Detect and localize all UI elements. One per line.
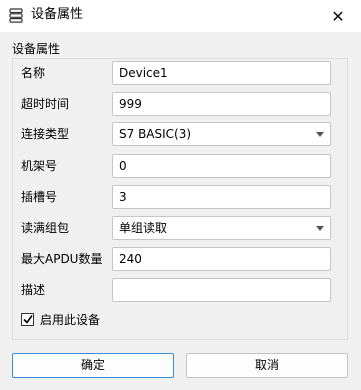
slot-input[interactable]: 3 [112, 185, 331, 209]
timeout-label: 超时时间 [21, 97, 70, 111]
connection-type-label: 连接类型 [21, 127, 70, 141]
description-label: 描述 [21, 283, 46, 297]
dropdown-arrow-icon [316, 132, 324, 137]
read-write-group-value: 单组读取 [119, 221, 168, 235]
timeout-input[interactable]: 999 [112, 92, 331, 116]
slot-label: 插槽号 [21, 190, 58, 204]
checkmark-icon [23, 315, 33, 324]
name-label: 名称 [21, 66, 46, 80]
max-apdu-label: 最大APDU数量 [21, 252, 103, 266]
enable-device-checkbox[interactable] [21, 313, 34, 326]
connection-type-select[interactable]: S7 BASIC(3) [112, 122, 331, 146]
read-write-group-select[interactable]: 单组读取 [112, 216, 331, 240]
close-button[interactable]: ✕ [315, 0, 361, 32]
ok-button[interactable]: 确定 [12, 353, 174, 378]
rack-input[interactable]: 0 [112, 154, 331, 178]
cancel-button[interactable]: 取消 [186, 353, 348, 378]
read-write-group-label: 读满组包 [21, 221, 70, 235]
group-title: 设备属性 [12, 42, 61, 56]
window-title: 设备属性 [31, 7, 84, 22]
enable-device-label: 启用此设备 [40, 313, 101, 327]
description-input[interactable] [112, 278, 331, 302]
stacked-list-icon [9, 8, 23, 23]
close-icon: ✕ [331, 6, 345, 26]
connection-type-value: S7 BASIC(3) [119, 127, 192, 141]
title-bar: 设备属性 ✕ [0, 0, 361, 33]
rack-label: 机架号 [21, 159, 58, 173]
name-input[interactable]: Device1 [112, 61, 331, 85]
dropdown-arrow-icon [316, 226, 324, 231]
max-apdu-input[interactable]: 240 [112, 247, 331, 271]
